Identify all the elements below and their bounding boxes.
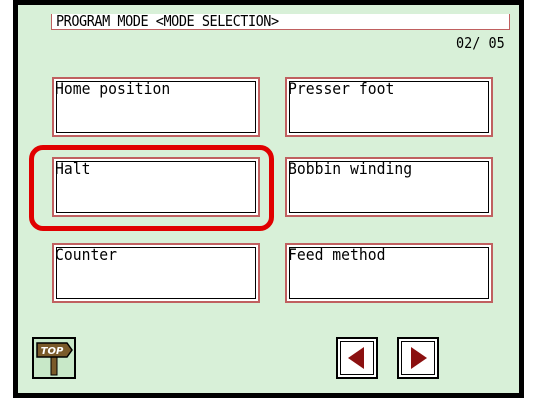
top-button[interactable]: TOP xyxy=(32,337,76,379)
prev-page-button[interactable] xyxy=(336,337,378,379)
button-label: Presser foot xyxy=(288,79,395,98)
arrow-right-icon xyxy=(411,347,427,369)
bobbin-winding-button[interactable]: Bobbin winding xyxy=(285,157,493,217)
button-label: Halt xyxy=(55,159,91,178)
button-label: Bobbin winding xyxy=(288,159,413,178)
page-title: PROGRAM MODE <MODE SELECTION> xyxy=(56,12,279,30)
counter-button[interactable]: Counter xyxy=(52,243,260,303)
top-icon-text: TOP xyxy=(41,346,64,357)
page-indicator: 02/ 05 xyxy=(456,34,505,52)
button-label: Feed method xyxy=(288,245,386,264)
next-page-button[interactable] xyxy=(397,337,439,379)
button-label: Home position xyxy=(55,79,171,98)
presser-foot-button[interactable]: Presser foot xyxy=(285,77,493,137)
feed-method-button[interactable]: Feed method xyxy=(285,243,493,303)
home-position-button[interactable]: Home position xyxy=(52,77,260,137)
top-sign-icon: TOP xyxy=(36,342,73,376)
arrow-left-icon xyxy=(348,347,364,369)
halt-button[interactable]: Halt xyxy=(52,157,260,217)
button-label: Counter xyxy=(55,245,118,264)
